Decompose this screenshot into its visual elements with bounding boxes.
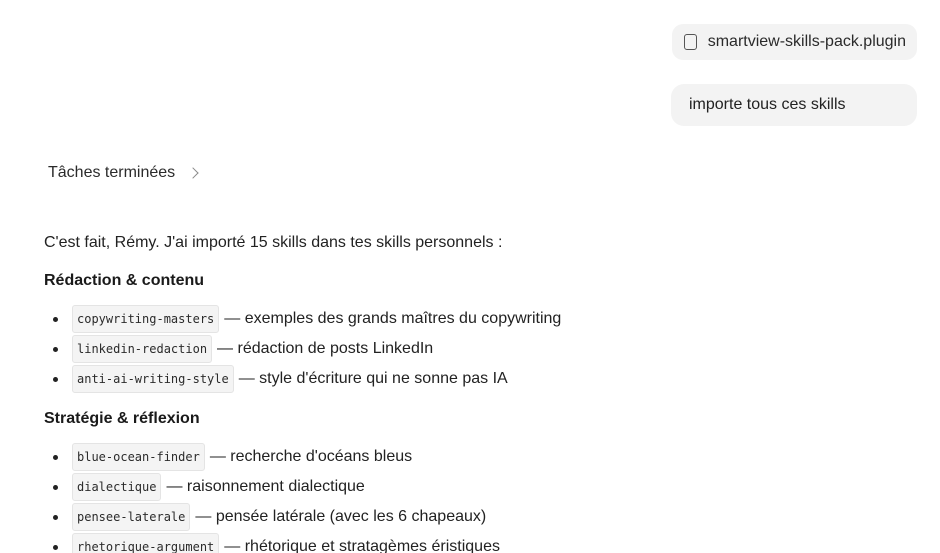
list-item: rhetorique-argument — rhétorique et stra… <box>44 532 904 553</box>
skill-code: blue-ocean-finder <box>72 443 205 471</box>
completed-tasks-toggle[interactable]: Tâches terminées <box>48 164 199 182</box>
section-heading: Stratégie & réflexion <box>44 410 200 427</box>
reply-intro: C'est fait, Rémy. J'ai importé 15 skills… <box>44 234 503 251</box>
skill-description: — rhétorique et stratagèmes éristiques <box>224 538 500 553</box>
skill-code: pensee-laterale <box>72 503 191 531</box>
skill-list: copywriting-masters — exemples des grand… <box>44 304 904 394</box>
skill-code: anti-ai-writing-style <box>72 365 234 393</box>
assistant-reply: C'est fait, Rémy. J'ai importé 15 skills… <box>44 232 904 553</box>
skill-description: — recherche d'océans bleus <box>209 448 413 465</box>
bullet-icon <box>53 545 58 550</box>
skill-code: copywriting-masters <box>72 305 220 333</box>
section-heading: Rédaction & contenu <box>44 272 205 289</box>
bullet-icon <box>53 377 58 382</box>
list-item: anti-ai-writing-style — style d'écriture… <box>44 364 904 394</box>
bullet-icon <box>53 317 58 322</box>
user-message-text: importe tous ces skills <box>689 96 846 113</box>
chevron-right-icon <box>187 167 199 179</box>
user-message-bubble: importe tous ces skills <box>671 84 917 126</box>
bullet-icon <box>53 485 58 490</box>
list-item: copywriting-masters — exemples des grand… <box>44 304 904 334</box>
skill-code: rhetorique-argument <box>72 533 220 553</box>
skill-list: blue-ocean-finder — recherche d'océans b… <box>44 442 904 553</box>
skill-description: — raisonnement dialectique <box>166 478 365 495</box>
skill-code: linkedin-redaction <box>72 335 213 363</box>
attachment-file-name: smartview-skills-pack.plugin <box>707 33 906 50</box>
skill-description: — exemples des grands maîtres du copywri… <box>224 310 562 327</box>
skill-code: dialectique <box>72 473 162 501</box>
list-item: dialectique — raisonnement dialectique <box>44 472 904 502</box>
bullet-icon <box>53 515 58 520</box>
list-item: blue-ocean-finder — recherche d'océans b… <box>44 442 904 472</box>
file-icon <box>683 34 697 50</box>
list-item: linkedin-redaction — rédaction de posts … <box>44 334 904 364</box>
bullet-icon <box>53 347 58 352</box>
attachment-chip[interactable]: smartview-skills-pack.plugin <box>671 24 917 60</box>
bullet-icon <box>53 455 58 460</box>
skill-description: — pensée latérale (avec les 6 chapeaux) <box>195 508 487 525</box>
skill-description: — style d'écriture qui ne sonne pas IA <box>238 370 508 387</box>
list-item: pensee-laterale — pensée latérale (avec … <box>44 502 904 532</box>
completed-tasks-label: Tâches terminées <box>48 164 176 181</box>
chat-view: smartview-skills-pack.plugin importe tou… <box>0 0 940 553</box>
skill-description: — rédaction de posts LinkedIn <box>217 340 434 357</box>
